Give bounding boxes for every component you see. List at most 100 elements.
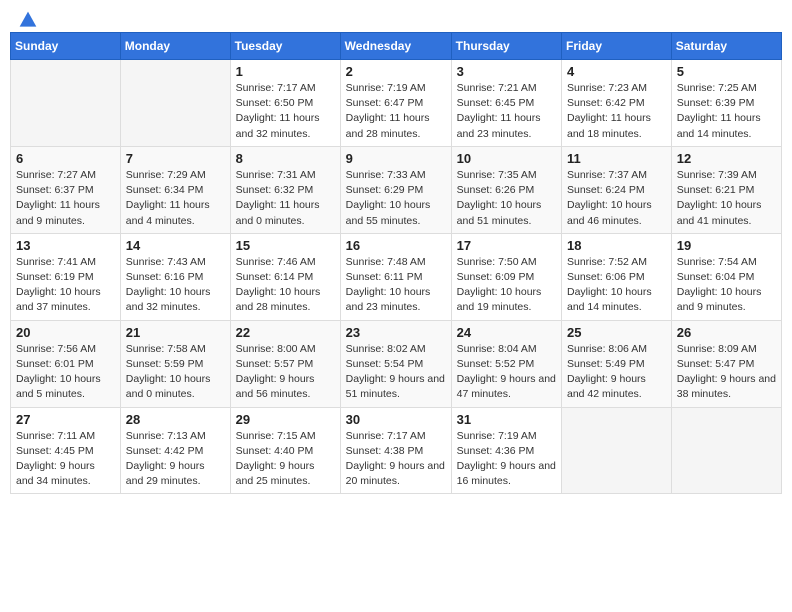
day-number: 6 [16,151,115,166]
day-detail: Sunrise: 7:58 AM Sunset: 5:59 PM Dayligh… [126,342,225,403]
day-number: 23 [346,325,446,340]
day-number: 12 [677,151,776,166]
day-detail: Sunrise: 7:41 AM Sunset: 6:19 PM Dayligh… [16,255,115,316]
calendar-cell: 1Sunrise: 7:17 AM Sunset: 6:50 PM Daylig… [230,60,340,147]
day-detail: Sunrise: 7:46 AM Sunset: 6:14 PM Dayligh… [236,255,335,316]
calendar-cell: 29 Sunrise: 7:15 AM Sunset: 4:40 PM Dayli… [230,407,340,494]
day-header-monday: Monday [120,33,230,60]
day-header-wednesday: Wednesday [340,33,451,60]
calendar-cell: 17 Sunrise: 7:50 AM Sunset: 6:09 PM Dayli… [451,233,561,320]
calendar-cell: 7 Sunrise: 7:29 AM Sunset: 6:34 PM Daylig… [120,146,230,233]
calendar-week-row: 6 Sunrise: 7:27 AM Sunset: 6:37 PM Daylig… [11,146,782,233]
day-header-sunday: Sunday [11,33,121,60]
day-detail: Sunrise: 7:37 AM Sunset: 6:24 PM Dayligh… [567,168,666,229]
calendar-cell: 6 Sunrise: 7:27 AM Sunset: 6:37 PM Daylig… [11,146,121,233]
calendar-cell: 19 Sunrise: 7:54 AM Sunset: 6:04 PM Dayli… [671,233,781,320]
calendar-cell: 13 Sunrise: 7:41 AM Sunset: 6:19 PM Dayli… [11,233,121,320]
calendar-cell: 20 Sunrise: 7:56 AM Sunset: 6:01 PM Dayli… [11,320,121,407]
calendar-cell: 2 Sunrise: 7:19 AM Sunset: 6:47 PM Daylig… [340,60,451,147]
day-number: 15 [236,238,335,253]
day-number: 11 [567,151,666,166]
day-number: 13 [16,238,115,253]
calendar-cell: 9Sunrise: 7:33 AM Sunset: 6:29 PM Daylig… [340,146,451,233]
calendar-cell: 8 Sunrise: 7:31 AM Sunset: 6:32 PM Daylig… [230,146,340,233]
day-detail: Sunrise: 7:29 AM Sunset: 6:34 PM Dayligh… [126,168,225,229]
day-detail: Sunrise: 7:27 AM Sunset: 6:37 PM Dayligh… [16,168,115,229]
calendar-cell: 23 Sunrise: 8:02 AM Sunset: 5:54 PM Dayli… [340,320,451,407]
day-detail: Sunrise: 7:35 AM Sunset: 6:26 PM Dayligh… [457,168,556,229]
day-detail: Sunrise: 7:54 AM Sunset: 6:04 PM Dayligh… [677,255,776,316]
day-number: 18 [567,238,666,253]
calendar-cell: 24 Sunrise: 8:04 AM Sunset: 5:52 PM Dayli… [451,320,561,407]
calendar-cell: 4 Sunrise: 7:23 AM Sunset: 6:42 PM Daylig… [562,60,672,147]
day-number: 27 [16,412,115,427]
day-number: 7 [126,151,225,166]
day-number: 17 [457,238,556,253]
calendar-week-row: 1Sunrise: 7:17 AM Sunset: 6:50 PM Daylig… [11,60,782,147]
day-number: 30 [346,412,446,427]
calendar-cell [671,407,781,494]
day-number: 10 [457,151,556,166]
day-detail: Sunrise: 7:56 AM Sunset: 6:01 PM Dayligh… [16,342,115,403]
calendar-cell: 15 Sunrise: 7:46 AM Sunset: 6:14 PM Dayli… [230,233,340,320]
day-detail: Sunrise: 7:43 AM Sunset: 6:16 PM Dayligh… [126,255,225,316]
day-detail: Sunrise: 7:19 AM Sunset: 4:36 PM Dayligh… [457,429,556,490]
day-number: 14 [126,238,225,253]
calendar-cell: 22Sunrise: 8:00 AM Sunset: 5:57 PM Dayli… [230,320,340,407]
calendar-week-row: 13 Sunrise: 7:41 AM Sunset: 6:19 PM Dayli… [11,233,782,320]
day-detail: Sunrise: 7:13 AM Sunset: 4:42 PM Dayligh… [126,429,225,490]
calendar-cell: 28 Sunrise: 7:13 AM Sunset: 4:42 PM Dayli… [120,407,230,494]
calendar-cell [11,60,121,147]
day-number: 2 [346,64,446,79]
day-detail: Sunrise: 8:04 AM Sunset: 5:52 PM Dayligh… [457,342,556,403]
calendar-cell: 14 Sunrise: 7:43 AM Sunset: 6:16 PM Dayli… [120,233,230,320]
day-header-tuesday: Tuesday [230,33,340,60]
day-number: 25 [567,325,666,340]
day-detail: Sunrise: 7:17 AM Sunset: 6:50 PM Dayligh… [236,81,335,142]
calendar-table: SundayMondayTuesdayWednesdayThursdayFrid… [10,32,782,494]
day-number: 26 [677,325,776,340]
day-number: 28 [126,412,225,427]
calendar-cell: 16 Sunrise: 7:48 AM Sunset: 6:11 PM Dayli… [340,233,451,320]
day-header-friday: Friday [562,33,672,60]
day-number: 5 [677,64,776,79]
day-number: 16 [346,238,446,253]
day-header-saturday: Saturday [671,33,781,60]
day-header-thursday: Thursday [451,33,561,60]
calendar-cell: 26 Sunrise: 8:09 AM Sunset: 5:47 PM Dayli… [671,320,781,407]
calendar-cell: 27 Sunrise: 7:11 AM Sunset: 4:45 PM Dayli… [11,407,121,494]
calendar-header-row: SundayMondayTuesdayWednesdayThursdayFrid… [11,33,782,60]
day-detail: Sunrise: 7:48 AM Sunset: 6:11 PM Dayligh… [346,255,446,316]
calendar-cell: 18Sunrise: 7:52 AM Sunset: 6:06 PM Dayli… [562,233,672,320]
day-detail: Sunrise: 7:31 AM Sunset: 6:32 PM Dayligh… [236,168,335,229]
calendar-cell: 30Sunrise: 7:17 AM Sunset: 4:38 PM Dayli… [340,407,451,494]
calendar-cell [562,407,672,494]
day-number: 29 [236,412,335,427]
day-detail: Sunrise: 7:15 AM Sunset: 4:40 PM Dayligh… [236,429,335,490]
calendar-cell: 21 Sunrise: 7:58 AM Sunset: 5:59 PM Dayli… [120,320,230,407]
calendar-cell: 12Sunrise: 7:39 AM Sunset: 6:21 PM Dayli… [671,146,781,233]
day-number: 24 [457,325,556,340]
logo [14,10,38,26]
day-detail: Sunrise: 7:50 AM Sunset: 6:09 PM Dayligh… [457,255,556,316]
calendar-cell: 25 Sunrise: 8:06 AM Sunset: 5:49 PM Dayli… [562,320,672,407]
day-detail: Sunrise: 8:06 AM Sunset: 5:49 PM Dayligh… [567,342,666,403]
day-detail: Sunrise: 7:11 AM Sunset: 4:45 PM Dayligh… [16,429,115,490]
calendar-cell: 31Sunrise: 7:19 AM Sunset: 4:36 PM Dayli… [451,407,561,494]
day-detail: Sunrise: 8:00 AM Sunset: 5:57 PM Dayligh… [236,342,335,403]
calendar-cell: 3Sunrise: 7:21 AM Sunset: 6:45 PM Daylig… [451,60,561,147]
calendar-cell: 10 Sunrise: 7:35 AM Sunset: 6:26 PM Dayli… [451,146,561,233]
day-detail: Sunrise: 7:23 AM Sunset: 6:42 PM Dayligh… [567,81,666,142]
day-detail: Sunrise: 7:33 AM Sunset: 6:29 PM Dayligh… [346,168,446,229]
day-detail: Sunrise: 8:09 AM Sunset: 5:47 PM Dayligh… [677,342,776,403]
day-number: 20 [16,325,115,340]
day-number: 8 [236,151,335,166]
day-detail: Sunrise: 8:02 AM Sunset: 5:54 PM Dayligh… [346,342,446,403]
day-number: 21 [126,325,225,340]
day-detail: Sunrise: 7:25 AM Sunset: 6:39 PM Dayligh… [677,81,776,142]
page-header [10,10,782,26]
day-number: 19 [677,238,776,253]
day-number: 4 [567,64,666,79]
day-detail: Sunrise: 7:19 AM Sunset: 6:47 PM Dayligh… [346,81,446,142]
logo-icon [18,10,38,30]
